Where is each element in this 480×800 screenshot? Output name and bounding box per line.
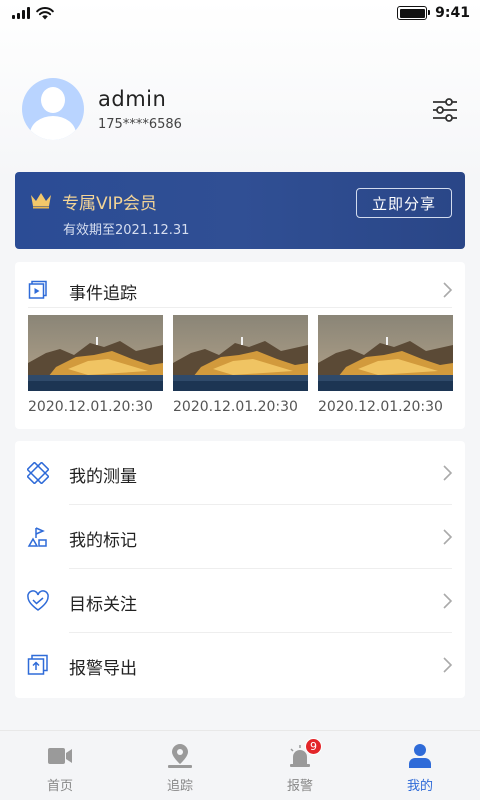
menu-item-measure[interactable]: 我的测量 (15, 441, 465, 505)
tab-home[interactable]: 首页 (0, 731, 120, 800)
username: admin (98, 86, 167, 111)
avatar[interactable] (22, 78, 84, 140)
tab-label: 首页 (46, 779, 73, 794)
menu-label: 目标关注 (69, 595, 137, 615)
crown-icon (31, 193, 51, 209)
status-bar: 9:41 (0, 0, 480, 26)
event-date: 2020.12.01.20:30 (318, 399, 443, 415)
measure-icon (27, 462, 49, 484)
signal-icon (12, 7, 30, 19)
tab-label: 我的 (406, 779, 433, 794)
event-image (28, 315, 163, 391)
event-tracking-card: 事件追踪 2020.12.01.20:30 2020.12.01.20:30 2… (15, 262, 465, 429)
video-play-icon (28, 280, 47, 299)
event-thumbnail[interactable]: 2020.12.01.20:30 (318, 315, 453, 415)
share-button[interactable]: 立即分享 (356, 188, 452, 218)
person-icon (409, 744, 431, 768)
chevron-right-icon (443, 593, 453, 609)
event-date: 2020.12.01.20:30 (28, 399, 153, 415)
chevron-right-icon (443, 657, 453, 673)
event-thumbnail[interactable]: 2020.12.01.20:30 (173, 315, 308, 415)
bottom-tab-bar: 首页 追踪 9 报警 我的 (0, 730, 480, 800)
profile-header[interactable]: admin 175****6586 (22, 78, 182, 140)
tab-label: 追踪 (166, 779, 193, 794)
settings-sliders-icon[interactable] (430, 96, 460, 124)
vip-title: 专属VIP会员 (62, 194, 157, 214)
export-icon (27, 654, 48, 675)
tab-alarm[interactable]: 9 报警 (240, 731, 360, 800)
vip-card[interactable]: 专属VIP会员 有效期至2021.12.31 立即分享 (15, 172, 465, 249)
wifi-icon (36, 6, 54, 19)
menu-item-alarm-export[interactable]: 报警导出 (15, 633, 465, 697)
chevron-right-icon (443, 282, 453, 298)
tab-mine[interactable]: 我的 (360, 731, 480, 800)
menu-label: 报警导出 (69, 659, 137, 679)
tab-tracking[interactable]: 追踪 (120, 731, 240, 800)
heart-shield-icon (27, 590, 49, 611)
event-tracking-title: 事件追踪 (69, 284, 137, 304)
chevron-right-icon (443, 465, 453, 481)
phone-number: 175****6586 (98, 116, 182, 132)
vip-expiry: 有效期至2021.12.31 (63, 223, 190, 238)
event-date: 2020.12.01.20:30 (173, 399, 298, 415)
event-thumbnail[interactable]: 2020.12.01.20:30 (28, 315, 163, 415)
camera-icon (48, 748, 72, 764)
menu-label: 我的测量 (69, 467, 137, 487)
menu-label: 我的标记 (69, 531, 137, 551)
battery-icon (397, 6, 431, 20)
menu-item-target-follow[interactable]: 目标关注 (15, 569, 465, 633)
tab-label: 报警 (286, 779, 313, 794)
status-time: 9:41 (435, 5, 470, 21)
alarm-count-badge: 9 (305, 738, 322, 755)
marker-icon (27, 527, 47, 547)
menu-item-markers[interactable]: 我的标记 (15, 505, 465, 569)
event-image (173, 315, 308, 391)
menu-card: 我的测量 我的标记 目标关注 报警导出 (15, 441, 465, 698)
event-image (318, 315, 453, 391)
chevron-right-icon (443, 529, 453, 545)
location-pin-icon (168, 744, 192, 768)
